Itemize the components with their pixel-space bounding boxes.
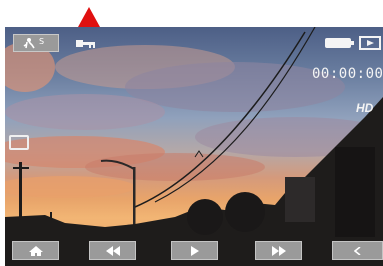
play-box-icon[interactable]: [359, 36, 381, 50]
play-icon: [190, 245, 199, 256]
rewind-button[interactable]: [89, 241, 136, 260]
home-icon: [28, 245, 43, 256]
fast-forward-icon: [271, 245, 286, 256]
image-frame-icon[interactable]: [9, 135, 29, 150]
mode-icon: S: [23, 37, 44, 49]
playback-toolbar: [5, 240, 383, 266]
resolution-badge: HD: [356, 101, 374, 115]
pointer-arrow-icon: [78, 7, 100, 27]
back-icon: [353, 246, 360, 255]
play-button[interactable]: [171, 241, 218, 260]
back-button[interactable]: [332, 241, 383, 260]
key-icon: [76, 40, 95, 48]
sunset-sky-scene: [5, 27, 383, 266]
mode-superscript: S: [39, 37, 44, 46]
rewind-icon: [105, 245, 120, 256]
battery-icon: [325, 38, 354, 48]
fast-forward-button[interactable]: [255, 241, 302, 260]
scene-mode-button[interactable]: S: [13, 34, 59, 52]
recording-timecode: 00:00:00: [312, 66, 383, 82]
camera-preview: S 00:00:00 HD: [5, 27, 383, 266]
home-button[interactable]: [12, 241, 59, 260]
